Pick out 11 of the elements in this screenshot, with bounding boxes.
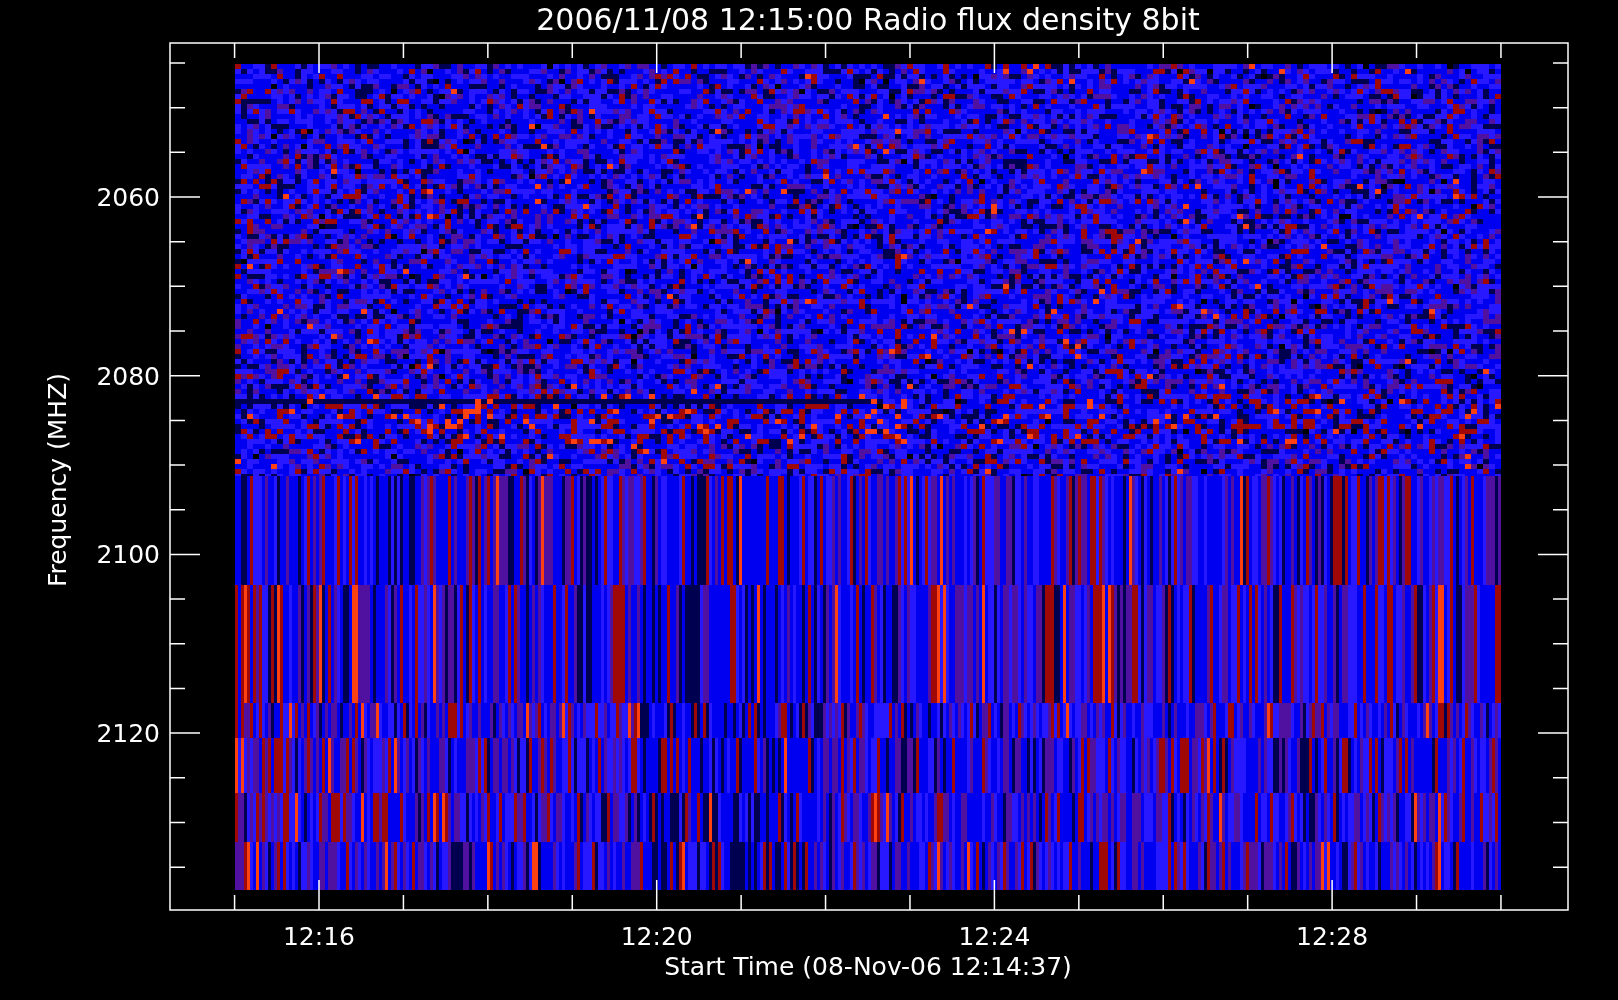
tick-label: 12:24 xyxy=(958,922,1031,951)
tick-label: 2100 xyxy=(96,540,160,570)
chart-title: 2006/11/08 12:15:00 Radio flux density 8bit xyxy=(536,2,1200,37)
axis-label: Frequency (MHZ) xyxy=(43,372,72,588)
axis-label: Start Time (08-Nov-06 12:14:37) xyxy=(664,952,1072,981)
tick-label: 2060 xyxy=(96,183,160,212)
tick-label: 2080 xyxy=(96,361,160,391)
tick-label: 12:28 xyxy=(1296,922,1369,951)
tick-label: 2120 xyxy=(96,719,160,749)
tick-label: 12:20 xyxy=(620,922,693,951)
tick-label: 12:16 xyxy=(283,922,355,951)
